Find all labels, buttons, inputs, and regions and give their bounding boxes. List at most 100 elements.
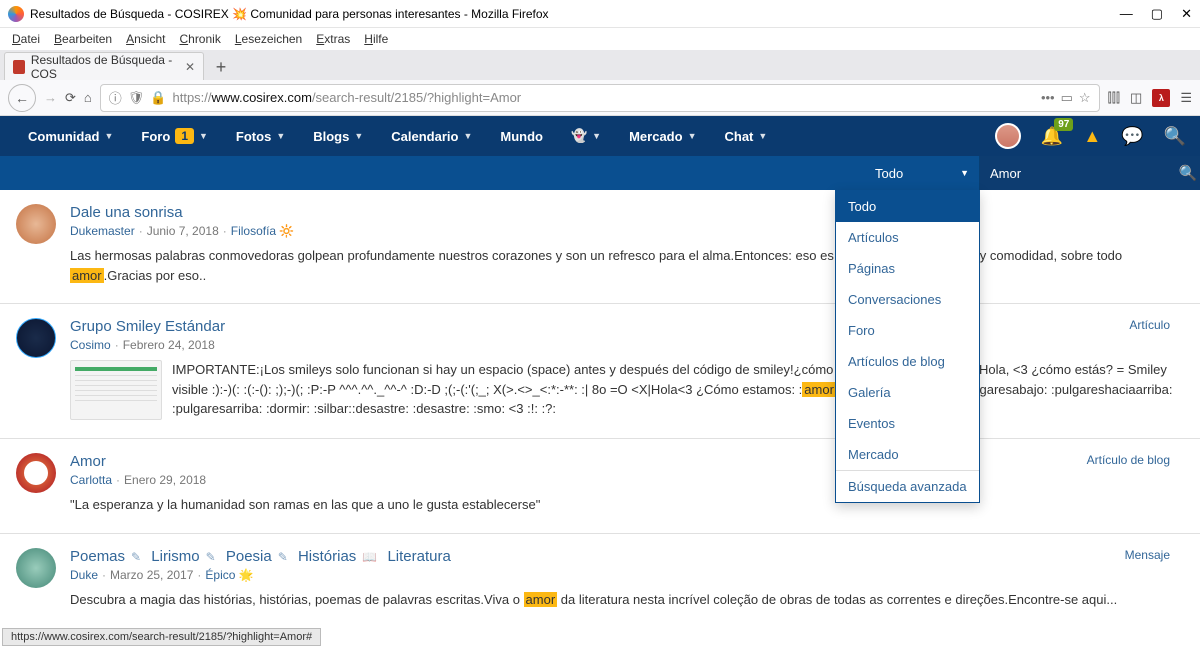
result-avatar[interactable] (16, 318, 56, 358)
result-meta: Cosimo·Febrero 24, 2018 (70, 338, 1184, 352)
search-icon[interactable]: 🔍 (1164, 126, 1186, 147)
result-thumbnail[interactable] (70, 360, 162, 420)
result-type-tag[interactable]: Artículo de blog (1087, 453, 1170, 467)
nav-fotos[interactable]: Fotos▼ (222, 116, 299, 156)
forward-button[interactable]: → (44, 90, 57, 105)
filter-option-foro[interactable]: Foro (836, 315, 979, 346)
back-button[interactable]: ← (8, 84, 36, 112)
search-submit-icon[interactable]: 🔍 (1176, 164, 1200, 182)
search-input[interactable] (980, 166, 1176, 181)
result-author[interactable]: Carlotta (70, 473, 112, 487)
result-title-link[interactable]: Amor (70, 453, 106, 470)
window-title: Resultados de Búsqueda - COSIREX 💥 Comun… (30, 7, 1120, 21)
result-category[interactable]: Filosofía 🔆 (231, 224, 295, 238)
result-meta: Dukemaster·Junio 7, 2018·Filosofía 🔆 (70, 224, 1184, 238)
result-snippet: IMPORTANTE:¡Los smileys solo funcionan s… (172, 360, 1184, 419)
pen-icon: ✎ (278, 550, 288, 564)
status-bar: https://www.cosirex.com/search-result/21… (2, 628, 321, 646)
nav-blogs[interactable]: Blogs▼ (299, 116, 377, 156)
result-avatar[interactable] (16, 548, 56, 588)
nav-comunidad[interactable]: Comunidad▼ (14, 116, 127, 156)
tracking-icon[interactable]: 🛡 (128, 90, 145, 106)
filter-option-galeria[interactable]: Galería (836, 377, 979, 408)
search-box: 🔍 (980, 156, 1200, 190)
result-snippet: "La esperanza y la humanidad son ramas e… (70, 495, 1184, 515)
pen-icon: ✎ (131, 550, 141, 564)
pen-icon: ✎ (206, 550, 216, 564)
url-text: https://www.cosirex.com/search-result/21… (172, 90, 521, 105)
book-icon: 📖 (362, 550, 377, 564)
result-category[interactable]: Épico 🌟 (205, 568, 253, 582)
menu-chronik[interactable]: Chronik (173, 30, 226, 48)
filter-option-articulos[interactable]: Artículos (836, 222, 979, 253)
result-title-link[interactable]: Grupo Smiley Estándar (70, 318, 225, 335)
reload-button[interactable]: ⟳ (65, 90, 76, 106)
menu-ansicht[interactable]: Ansicht (120, 30, 171, 48)
chat-icon[interactable]: 💬 (1121, 126, 1143, 147)
home-button[interactable]: ⌂ (84, 90, 92, 105)
result-author[interactable]: Dukemaster (70, 224, 135, 238)
result-type-tag[interactable]: Artículo (1129, 318, 1170, 332)
tab-bar: Resultados de Búsqueda - COS ✕ + (0, 50, 1200, 80)
result-avatar[interactable] (16, 204, 56, 244)
result-title-link[interactable]: Poemas✎ Lirismo✎ Poesia✎ Histórias📖 Lite… (70, 548, 1184, 565)
result-item: Grupo Smiley Estándar Cosimo·Febrero 24,… (0, 304, 1200, 439)
nav-mundo[interactable]: Mundo (486, 116, 557, 156)
pdf-icon[interactable]: λ (1152, 89, 1170, 107)
result-title-link[interactable]: Dale una sonrisa (70, 204, 183, 221)
hamburger-icon[interactable]: ☰ (1180, 90, 1192, 106)
menu-bearbeiten[interactable]: Bearbeiten (48, 30, 118, 48)
result-meta: Carlotta·Enero 29, 2018 (70, 473, 1184, 487)
filter-option-paginas[interactable]: Páginas (836, 253, 979, 284)
result-meta: Duke·Marzo 25, 2017·Épico 🌟 (70, 568, 1184, 582)
result-type-tag[interactable]: Mensaje (1125, 548, 1170, 562)
filter-option-todo[interactable]: Todo (836, 191, 979, 222)
filter-option-conversaciones[interactable]: Conversaciones (836, 284, 979, 315)
nav-foro[interactable]: Foro1▼ (127, 116, 222, 156)
browser-menubar: Datei Bearbeiten Ansicht Chronik Lesezei… (0, 28, 1200, 50)
info-icon[interactable]: ⓘ (109, 88, 122, 107)
menu-datei[interactable]: Datei (6, 30, 46, 48)
result-snippet: Descubra a magia das histórias, história… (70, 590, 1184, 610)
nav-chat[interactable]: Chat▼ (710, 116, 781, 156)
filter-option-mercado[interactable]: Mercado (836, 439, 979, 470)
sidebar-icon[interactable]: ◫ (1130, 90, 1142, 106)
browser-tab[interactable]: Resultados de Búsqueda - COS ✕ (4, 52, 204, 80)
search-filter-dropdown[interactable]: Todo▼ (865, 156, 980, 190)
favicon (13, 60, 25, 74)
notifications-icon[interactable]: 🔔97 (1041, 126, 1063, 147)
warning-icon[interactable]: ▲ (1083, 126, 1101, 147)
menu-hilfe[interactable]: Hilfe (358, 30, 394, 48)
address-row: ← → ⟳ ⌂ ⓘ 🛡 🔒 https://www.cosirex.com/se… (0, 80, 1200, 116)
nav-mercado[interactable]: Mercado▼ (615, 116, 710, 156)
filter-option-blog[interactable]: Artículos de blog (836, 346, 979, 377)
maximize-button[interactable]: ▢ (1151, 6, 1163, 22)
filter-option-eventos[interactable]: Eventos (836, 408, 979, 439)
result-avatar[interactable] (16, 453, 56, 493)
window-titlebar: Resultados de Búsqueda - COSIREX 💥 Comun… (0, 0, 1200, 28)
close-button[interactable]: ✕ (1181, 6, 1192, 22)
result-item: Amor Carlotta·Enero 29, 2018 "La esperan… (0, 439, 1200, 534)
minimize-button[interactable]: — (1120, 6, 1133, 21)
result-snippet: Las hermosas palabras conmovedoras golpe… (70, 246, 1184, 285)
nav-calendario[interactable]: Calendario▼ (377, 116, 486, 156)
more-icon[interactable]: ••• (1041, 90, 1055, 105)
search-filter-menu: Todo Artículos Páginas Conversaciones Fo… (835, 190, 980, 503)
firefox-icon (8, 6, 24, 22)
tab-label: Resultados de Búsqueda - COS (31, 53, 175, 81)
reader-icon[interactable]: ▭ (1061, 90, 1073, 106)
menu-extras[interactable]: Extras (310, 30, 356, 48)
search-row: Todo▼ 🔍 Todo Artículos Páginas Conversac… (0, 156, 1200, 190)
bookmark-star-icon[interactable]: ☆ (1079, 90, 1091, 106)
menu-lesezeichen[interactable]: Lesezeichen (229, 30, 308, 48)
new-tab-button[interactable]: + (208, 54, 234, 80)
tab-close-icon[interactable]: ✕ (185, 60, 195, 74)
user-avatar[interactable] (995, 123, 1021, 149)
library-icon[interactable]: ⫿⫿⫿ (1108, 90, 1120, 106)
result-author[interactable]: Duke (70, 568, 98, 582)
result-author[interactable]: Cosimo (70, 338, 111, 352)
address-bar[interactable]: ⓘ 🛡 🔒 https://www.cosirex.com/search-res… (100, 84, 1100, 112)
nav-ghost[interactable]: 👻▼ (557, 116, 615, 156)
filter-advanced-search[interactable]: Búsqueda avanzada (836, 471, 979, 502)
lock-icon: 🔒 (150, 90, 166, 106)
